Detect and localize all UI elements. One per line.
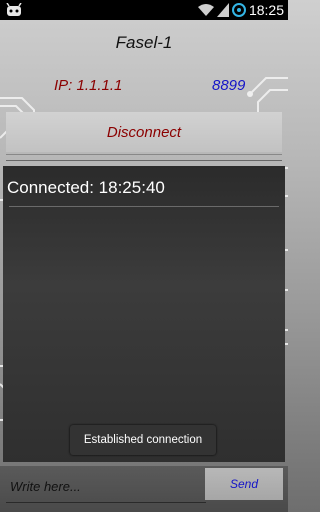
send-button[interactable]: Send [205,468,283,500]
log-divider [9,206,279,207]
message-input[interactable] [6,470,206,503]
server-title: Fasel-1 [115,33,173,52]
status-clock: 18:25 [248,2,284,18]
port-label: 8899 [212,77,246,94]
message-log[interactable]: Connected: 18:25:40 [3,166,285,462]
divider [6,154,282,155]
disconnect-button[interactable]: Disconnect [6,112,282,152]
divider [6,160,282,161]
toast-notification: Established connection [70,425,216,455]
status-bar: 18:25 [0,0,288,20]
wifi-icon [197,4,214,16]
log-line: Connected: 18:25:40 [7,178,165,197]
battery-sync-icon [231,3,246,17]
ip-address-label: IP: 1.1.1.1 [54,77,123,94]
android-notification-icon [6,3,22,16]
signal-icon [216,3,229,17]
